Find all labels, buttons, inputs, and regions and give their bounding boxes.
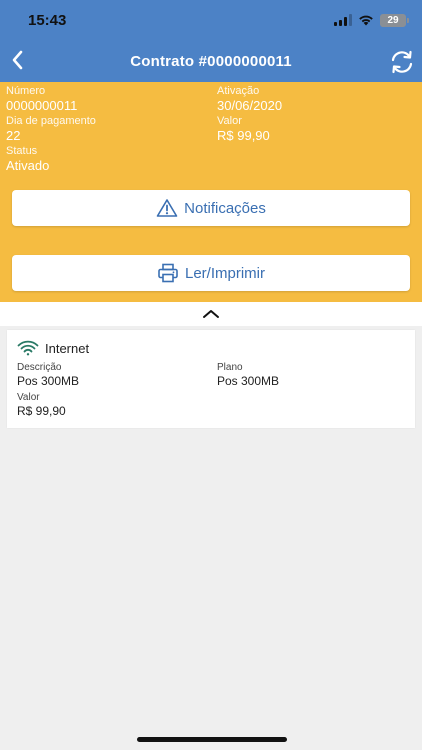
page-title: Contrato #0000000011 [130, 53, 292, 70]
valor-value: R$ 99,90 [217, 128, 270, 143]
service-descricao: Descrição Pos 300MB [17, 362, 79, 389]
ler-imprimir-button[interactable]: Ler/Imprimir [12, 255, 410, 291]
descricao-value: Pos 300MB [17, 374, 80, 388]
field-dia-pagamento: Dia de pagamento 22 [6, 115, 96, 144]
numero-value: 0000000011 [6, 98, 78, 113]
service-valor-value: R$ 99,90 [17, 404, 66, 418]
service-title-label: Internet [45, 340, 90, 356]
dia-pagamento-value: 22 [6, 128, 21, 143]
plano-value: Pos 300MB [217, 374, 280, 388]
status-value: Ativado [6, 158, 50, 173]
service-valor-label: Valor [17, 392, 40, 403]
numero-label: Número [6, 85, 46, 97]
ler-imprimir-label: Ler/Imprimir [184, 264, 265, 282]
ativacao-label: Ativação [217, 85, 260, 97]
printer-icon [158, 263, 178, 283]
status-icons: 29 [334, 12, 409, 28]
wifi-icon [17, 340, 39, 356]
service-title: Internet [17, 340, 89, 356]
field-numero: Número 0000000011 [6, 85, 77, 114]
service-valor: Valor R$ 99,90 [17, 392, 66, 419]
valor-label: Valor [217, 115, 242, 127]
refresh-button[interactable] [388, 48, 416, 76]
dia-pagamento-label: Dia de pagamento [6, 115, 96, 127]
plano-label: Plano [217, 362, 243, 373]
field-valor: Valor R$ 99,90 [217, 115, 270, 144]
ativacao-value: 30/06/2020 [217, 98, 283, 113]
cellular-signal-icon [334, 14, 352, 26]
contract-panel: Número 0000000011 Ativação 30/06/2020 Di… [0, 82, 422, 302]
app-header: 15:43 29 Contrato #0000000011 [0, 0, 422, 82]
field-ativacao: Ativação 30/06/2020 [217, 85, 282, 114]
field-status: Status Ativado [6, 145, 49, 174]
refresh-icon [391, 50, 413, 74]
collapse-toggle[interactable] [0, 302, 422, 326]
chevron-up-icon [203, 310, 219, 318]
service-plano: Plano Pos 300MB [217, 362, 279, 389]
warning-icon [156, 199, 178, 217]
service-card[interactable]: Internet Descrição Pos 300MB Plano Pos 3… [7, 330, 415, 428]
status-time: 15:43 [28, 12, 67, 29]
status-label: Status [6, 145, 38, 157]
notificacoes-button[interactable]: Notificações [12, 190, 410, 226]
notificacoes-label: Notificações [184, 199, 266, 217]
descricao-label: Descrição [17, 362, 62, 373]
wifi-status-icon [359, 15, 373, 26]
battery-icon: 29 [380, 13, 409, 27]
home-indicator[interactable] [137, 737, 287, 742]
